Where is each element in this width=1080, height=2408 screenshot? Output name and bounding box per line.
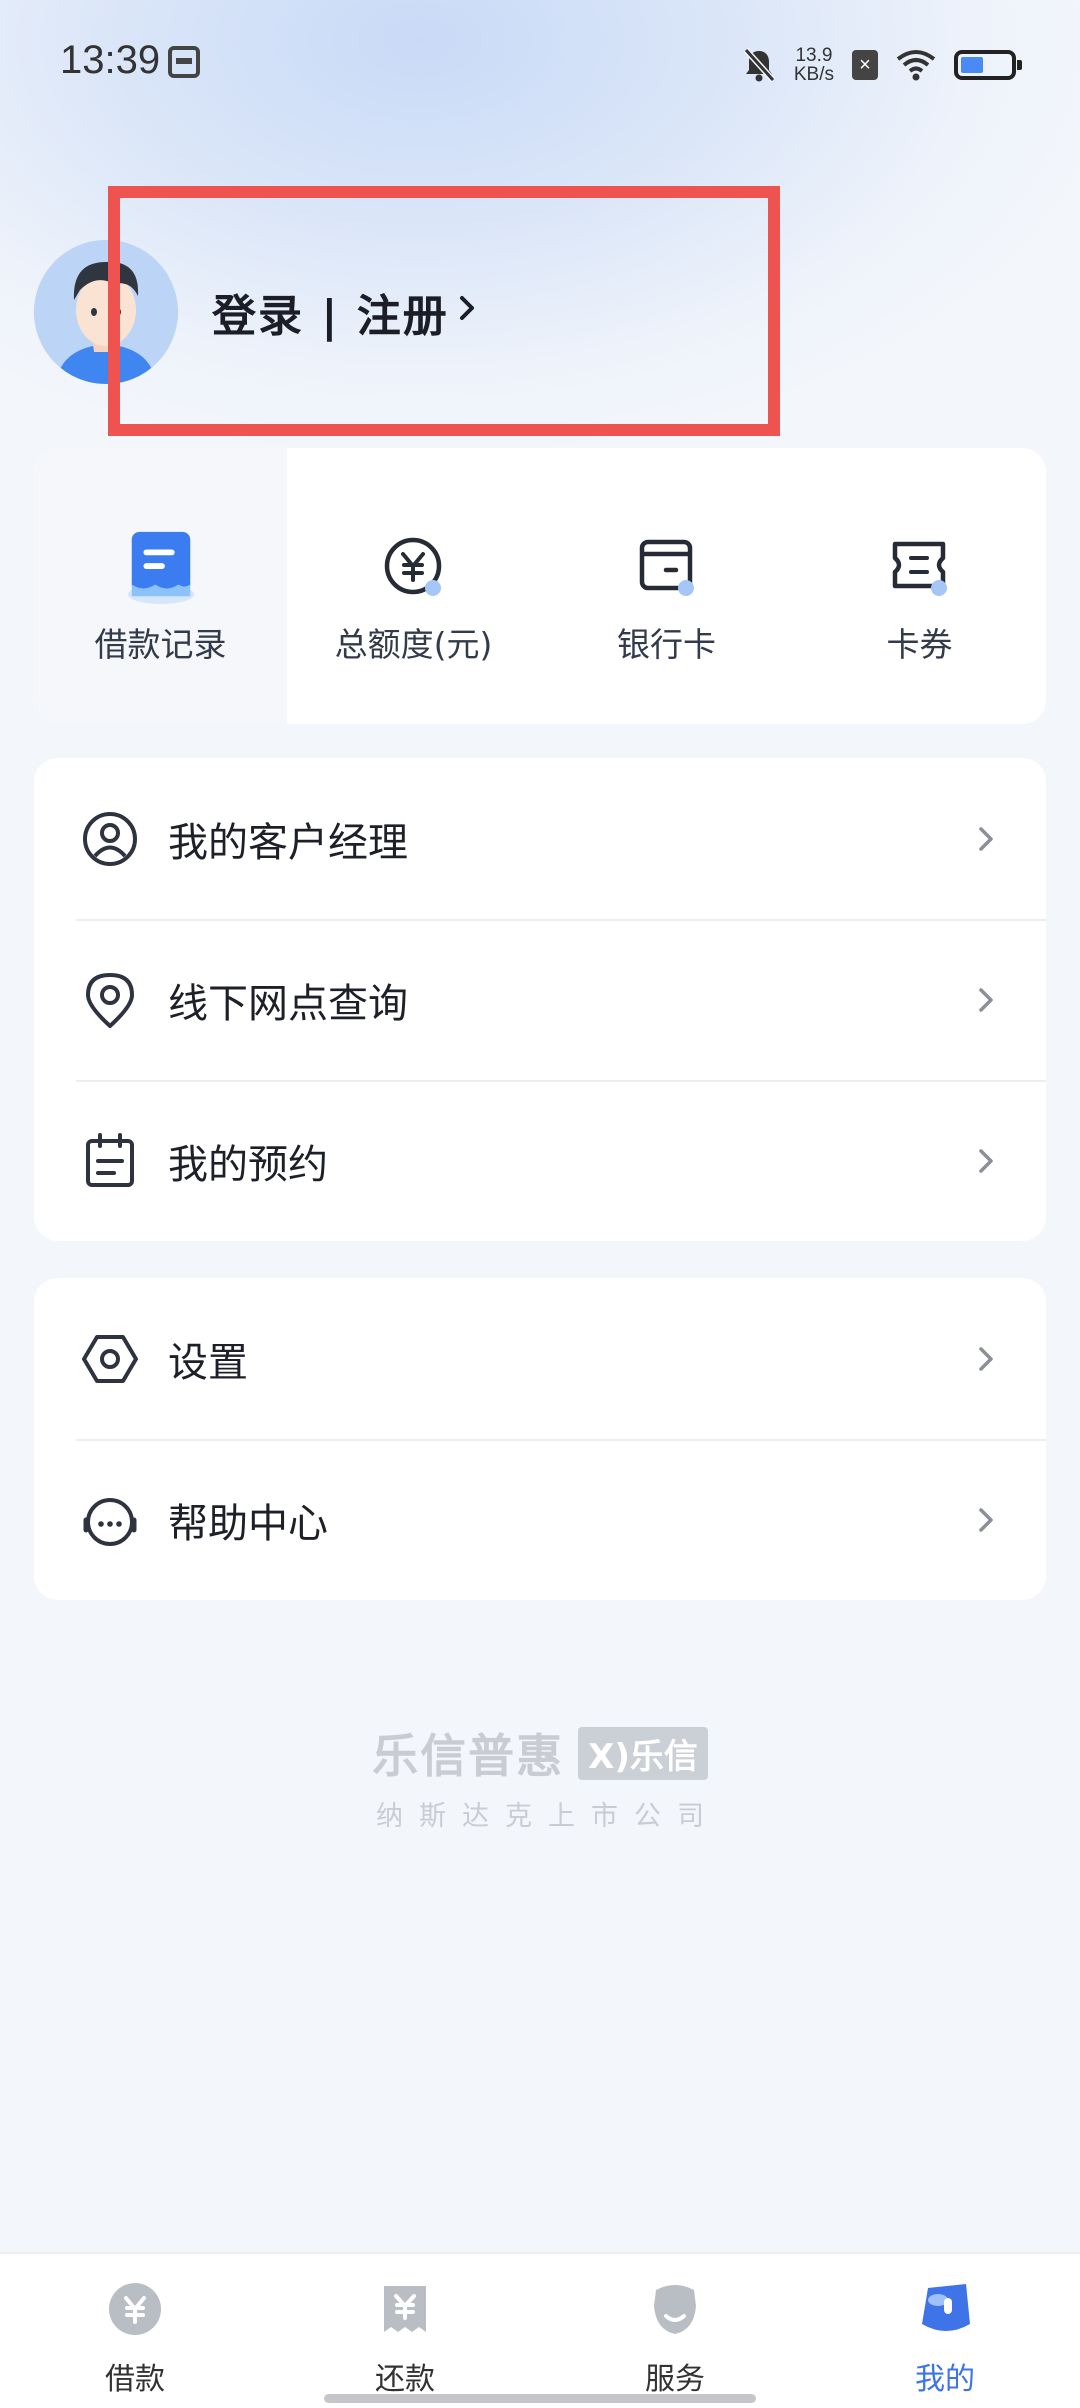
headset-icon xyxy=(83,1497,137,1546)
loan-tab-icon xyxy=(109,2283,161,2335)
calendar-icon xyxy=(168,46,200,78)
loan-record-icon xyxy=(122,528,200,606)
menu-label-appointments: 我的预约 xyxy=(168,1141,328,1188)
bank-card-icon xyxy=(628,528,706,606)
status-bar: 13:39 13.9 KB/s × xyxy=(0,0,1080,128)
chevron-right-icon xyxy=(979,1346,993,1371)
chevron-right-icon xyxy=(979,1507,993,1532)
quick-item-total-limit[interactable]: 总额度(元) xyxy=(287,448,540,724)
menu-row-customer-manager[interactable]: 我的客户经理 xyxy=(34,758,1046,919)
service-tab-icon xyxy=(654,2285,696,2334)
tab-repay[interactable]: 还款 xyxy=(270,2254,540,2408)
mute-bell-icon xyxy=(743,47,776,83)
menu-label-branch-search: 线下网点查询 xyxy=(168,980,408,1027)
brand-footer: 乐信普惠 X)乐信 纳斯达克上市公司 xyxy=(0,1720,1080,1833)
yuan-circle-icon xyxy=(375,528,453,606)
tab-mine[interactable]: 我的 xyxy=(810,2254,1080,2408)
quick-label-loan-record: 借款记录 xyxy=(94,625,227,664)
menu-label-customer-manager: 我的客户经理 xyxy=(168,819,408,866)
quick-item-coupon[interactable]: 卡券 xyxy=(793,448,1046,724)
brand-subtitle: 纳斯达克上市公司 xyxy=(376,1801,720,1832)
menu-card-settings: 设置 帮助中心 xyxy=(34,1278,1046,1600)
menu-row-settings[interactable]: 设置 xyxy=(34,1278,1046,1439)
mine-tab-icon xyxy=(922,2284,970,2331)
tab-label-mine: 我的 xyxy=(915,2362,975,2397)
network-speed: 13.9 KB/s xyxy=(794,46,834,84)
quick-label-coupon: 卡券 xyxy=(886,625,953,664)
close-box-icon: × xyxy=(852,50,878,80)
menu-row-appointments[interactable]: 我的预约 xyxy=(34,1080,1046,1241)
brand-tag-text: 乐信 xyxy=(629,1736,698,1777)
brand-logo: 乐信普惠 X)乐信 xyxy=(372,1720,708,1786)
quick-menu-card: 借款记录 总额度(元) 银行卡 卡券 xyxy=(34,448,1046,724)
tab-label-repay: 还款 xyxy=(375,2362,435,2397)
calendar-icon xyxy=(86,1132,134,1187)
battery-icon xyxy=(954,50,1022,80)
brand-name: 乐信普惠 xyxy=(372,1729,565,1783)
tab-label-service: 服务 xyxy=(645,2362,705,2397)
quick-item-bank-card[interactable]: 银行卡 xyxy=(540,448,793,724)
brand-tag: X)乐信 xyxy=(578,1726,708,1780)
bottom-tab-bar: 借款 还款 服务 我的 xyxy=(0,2252,1080,2408)
menu-row-branch-search[interactable]: 线下网点查询 xyxy=(34,919,1046,1080)
repay-tab-icon xyxy=(384,2286,426,2332)
home-indicator[interactable] xyxy=(324,2394,756,2403)
status-icons: 13.9 KB/s × xyxy=(742,40,1022,90)
menu-card-services: 我的客户经理 线下网点查询 我的预约 xyxy=(34,758,1046,1241)
location-pin-icon xyxy=(86,972,134,1028)
settings-hexagon-icon xyxy=(82,1334,138,1383)
chevron-right-icon xyxy=(979,987,993,1012)
user-circle-icon xyxy=(83,811,137,866)
menu-label-help-center: 帮助中心 xyxy=(168,1500,328,1547)
quick-item-loan-record[interactable]: 借款记录 xyxy=(34,448,287,724)
menu-row-help-center[interactable]: 帮助中心 xyxy=(34,1439,1046,1600)
net-speed-value: 13.9 xyxy=(795,45,833,66)
tab-label-loan: 借款 xyxy=(105,2362,165,2397)
coupon-icon xyxy=(881,528,959,606)
status-time: 13:39 xyxy=(60,38,161,82)
quick-label-total-limit: 总额度(元) xyxy=(334,625,493,664)
highlight-box xyxy=(108,186,780,436)
quick-label-bank-card: 银行卡 xyxy=(617,625,716,664)
tab-loan[interactable]: 借款 xyxy=(0,2254,270,2408)
wifi-icon xyxy=(896,50,936,81)
net-speed-unit: KB/s xyxy=(793,64,834,85)
menu-label-settings: 设置 xyxy=(168,1339,248,1386)
tab-service[interactable]: 服务 xyxy=(540,2254,810,2408)
brand-x-mark: X) xyxy=(588,1736,630,1777)
chevron-right-icon xyxy=(979,1148,993,1173)
chevron-right-icon xyxy=(979,826,993,851)
